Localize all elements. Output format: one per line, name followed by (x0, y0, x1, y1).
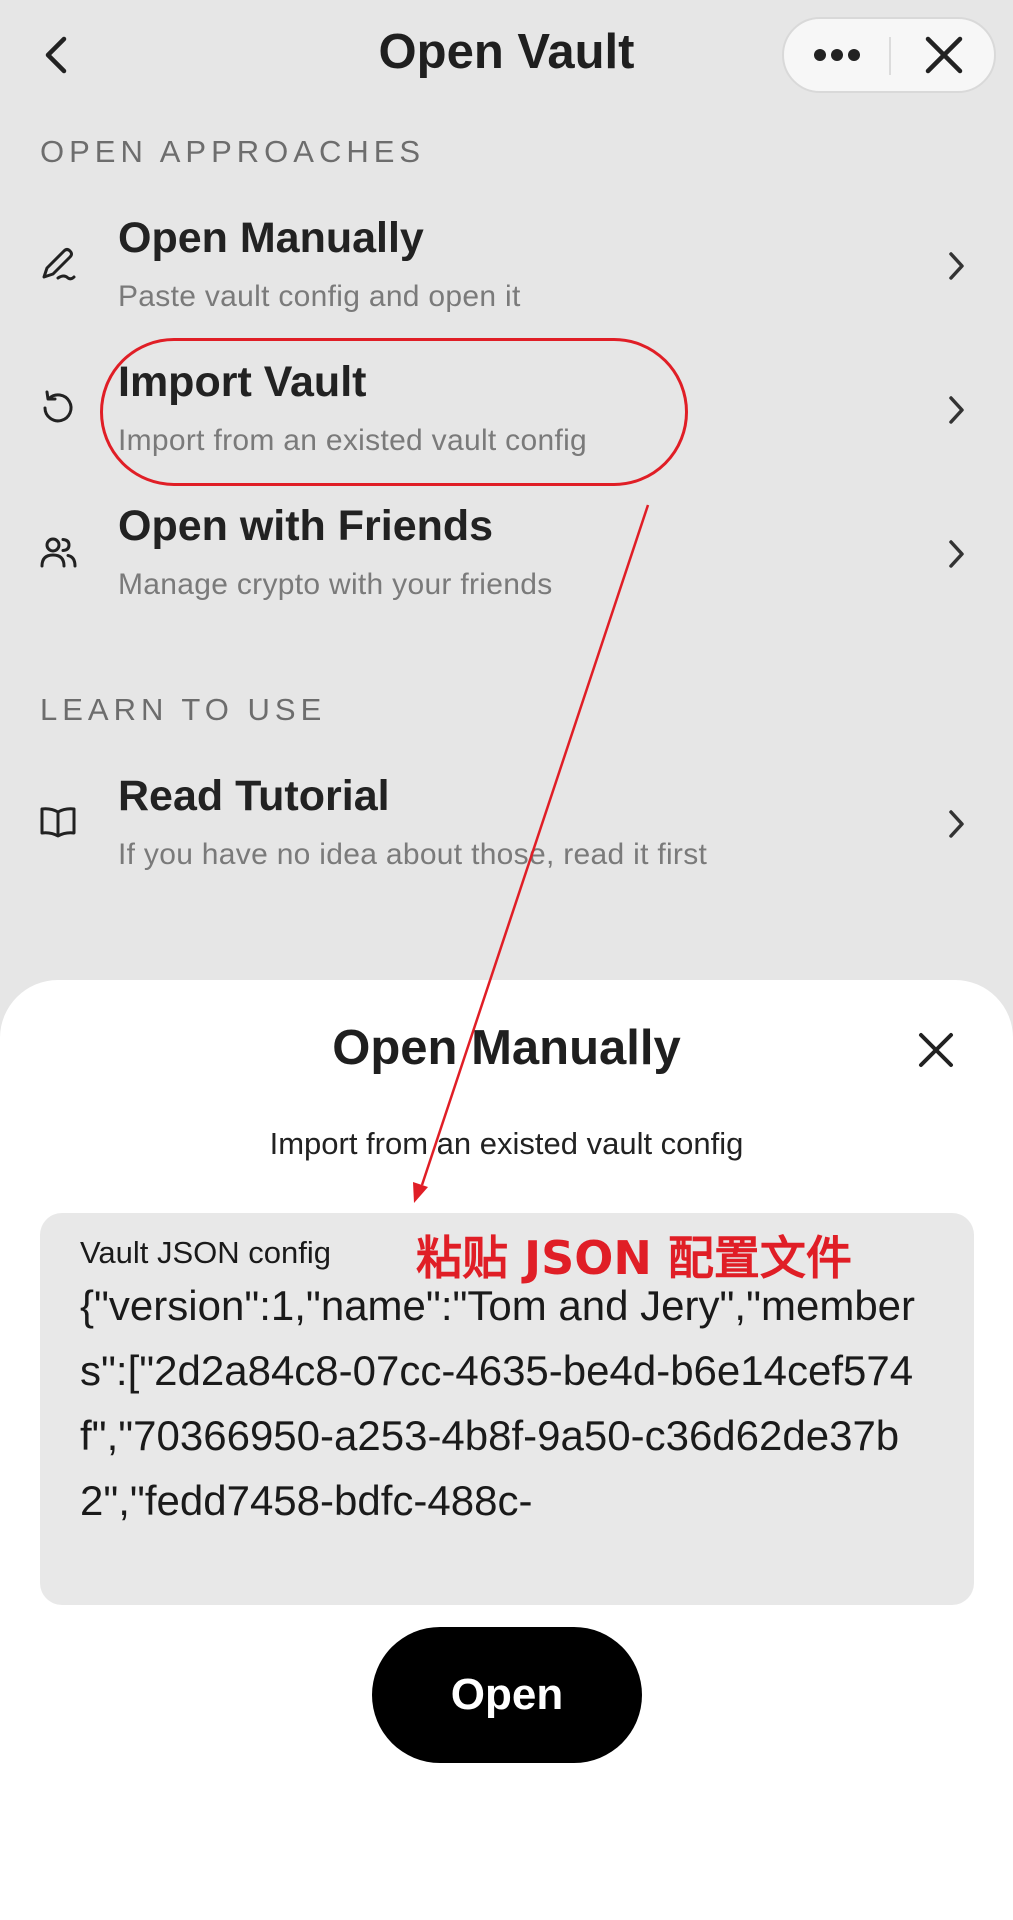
item-subtitle: Manage crypto with your friends (118, 568, 553, 601)
item-title: Open with Friends (118, 502, 494, 550)
section-label-open-approaches: OPEN APPROACHES (40, 134, 426, 169)
list-item-read-tutorial[interactable]: Read Tutorial If you have no idea about … (0, 754, 1013, 894)
sheet-close-button[interactable] (908, 1022, 964, 1078)
users-icon (34, 528, 82, 576)
top-bar: Open Vault (0, 0, 1013, 110)
chevron-right-icon (938, 530, 974, 578)
field-value: {"version":1,"name":"Tom and Jery","memb… (80, 1282, 916, 1524)
item-title: Open Manually (118, 214, 424, 262)
more-dots-icon (814, 49, 860, 61)
more-button[interactable] (784, 19, 890, 91)
annotation-label: 粘贴 JSON 配置文件 (416, 1231, 852, 1285)
field-label: Vault JSON config (80, 1235, 331, 1270)
section-label-learn-to-use: LEARN TO USE (40, 692, 327, 727)
close-icon (925, 36, 963, 74)
sheet-title: Open Manually (332, 1021, 681, 1075)
chevron-right-icon (938, 800, 974, 848)
list-item-open-manually[interactable]: Open Manually Paste vault config and ope… (0, 196, 1013, 336)
list-item-open-with-friends[interactable]: Open with Friends Manage crypto with you… (0, 484, 1013, 624)
item-subtitle: If you have no idea about those, read it… (118, 838, 708, 871)
sheet-subtitle: Import from an existed vault config (269, 1126, 744, 1161)
item-subtitle: Paste vault config and open it (118, 280, 521, 313)
close-icon (919, 1033, 953, 1067)
open-button[interactable]: Open (372, 1627, 642, 1763)
annotation-ellipse (100, 338, 688, 486)
capsule-divider (889, 37, 891, 75)
close-button[interactable] (892, 19, 996, 91)
chevron-right-icon (938, 242, 974, 290)
mini-program-capsule (782, 17, 996, 93)
chevron-right-icon (938, 386, 974, 434)
pen-icon (34, 240, 82, 288)
history-icon (34, 384, 82, 432)
item-title: Read Tutorial (118, 772, 390, 820)
book-icon (34, 798, 82, 846)
